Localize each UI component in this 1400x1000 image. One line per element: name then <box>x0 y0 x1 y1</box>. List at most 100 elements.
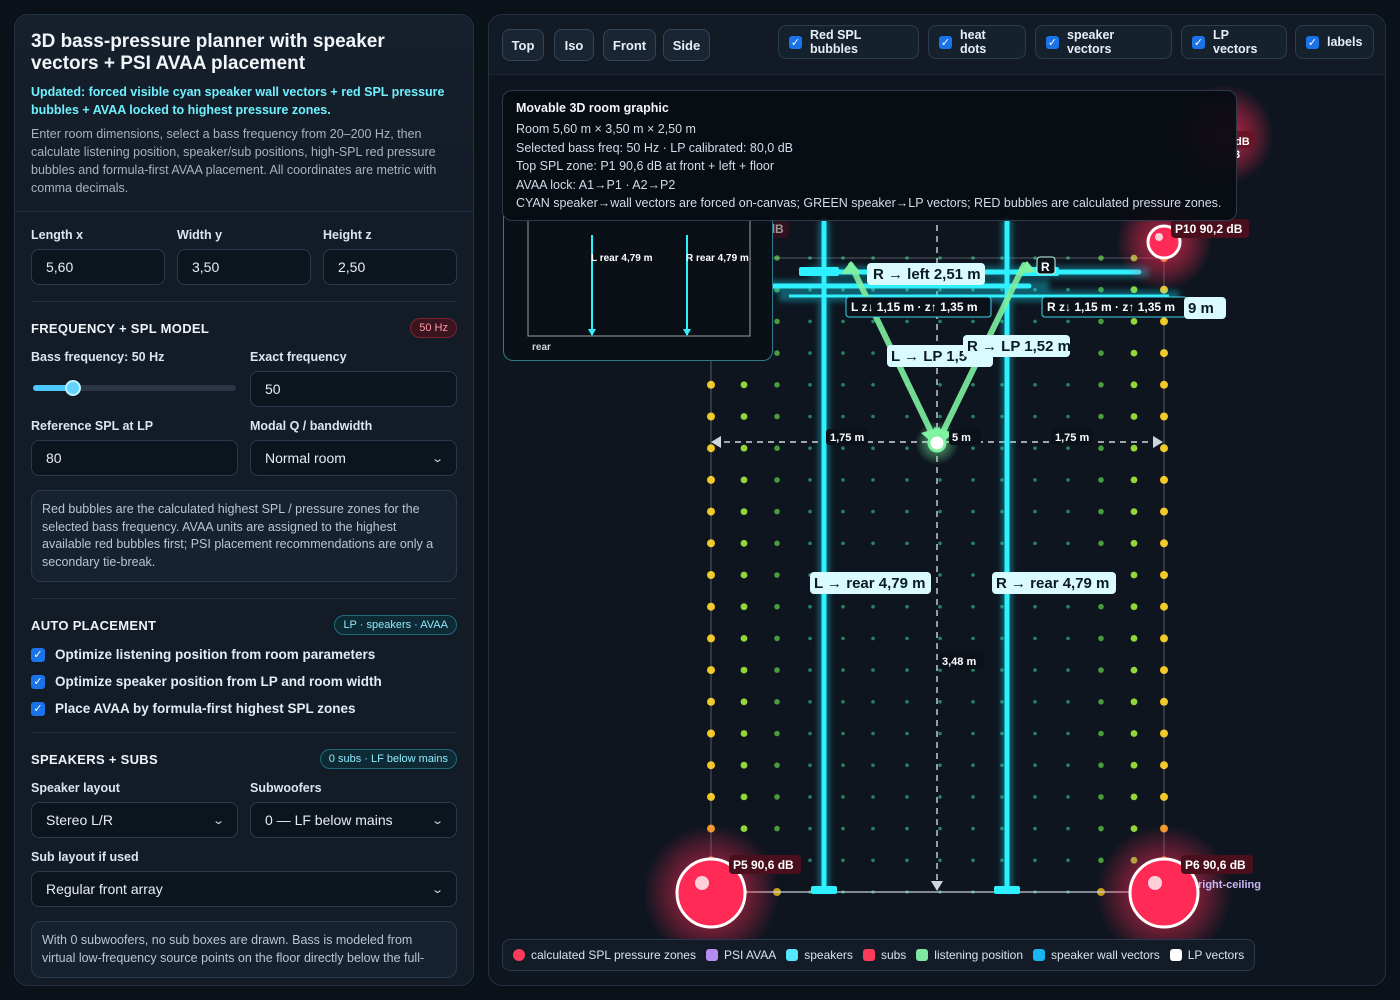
slider-label: Bass frequency: 50 Hz <box>31 350 165 364</box>
subwoofers-select[interactable]: 0 — LF below mains ⌄ <box>250 802 457 838</box>
heat-dot <box>971 478 975 482</box>
heat-dot <box>740 476 748 484</box>
modal-q-value: Normal room <box>265 450 346 466</box>
heat-dot <box>1098 667 1104 673</box>
label-p5: P5 90,6 dB <box>733 858 794 872</box>
heat-dot <box>808 509 812 514</box>
label-r-left: R → left 2,51 m <box>873 266 981 283</box>
heat-dot <box>1098 540 1104 547</box>
heat-dot <box>971 383 975 387</box>
listening-position[interactable] <box>927 433 947 453</box>
check-icon: ✓ <box>31 674 45 689</box>
legend-label: LP vectors <box>1187 948 1245 962</box>
heat-dot <box>1098 382 1104 388</box>
heat-dot <box>740 444 748 452</box>
speaker-layout-select[interactable]: Stereo L/R ⌄ <box>31 802 238 838</box>
heat-dot <box>1130 698 1138 706</box>
heat-dot <box>808 414 812 419</box>
optimize-lp-checkbox[interactable]: ✓ Optimize listening position from room p… <box>31 647 457 662</box>
length-input[interactable]: 5,60 <box>31 249 165 285</box>
heat-dot <box>1130 603 1138 611</box>
heat-dot <box>971 700 975 704</box>
heat-dot <box>905 604 909 609</box>
heat-dot <box>938 731 942 736</box>
heat-dot <box>841 541 845 546</box>
info-line-vectors: CYAN speaker→wall vectors are forced on-… <box>516 196 1222 210</box>
legend-swatch <box>862 949 875 961</box>
sub-layout-select[interactable]: Regular front array ⌄ <box>31 871 457 907</box>
optimize-speaker-checkbox[interactable]: ✓ Optimize speaker position from LP and r… <box>31 674 457 689</box>
heat-dot <box>871 700 875 704</box>
heat-dot <box>1033 731 1037 736</box>
heat-dot <box>971 636 975 641</box>
heat-dot <box>740 381 748 389</box>
heat-dot <box>740 539 748 547</box>
heat-dot <box>1066 700 1070 704</box>
reference-spl-input[interactable]: 80 <box>31 440 238 476</box>
heat-dot <box>971 573 975 577</box>
heat-dot <box>938 795 942 799</box>
frequency-slider[interactable] <box>31 371 238 407</box>
heat-dot <box>971 826 975 831</box>
legend-label: calculated SPL pressure zones <box>531 948 696 962</box>
heat-dot <box>774 477 780 483</box>
heat-dot <box>1098 825 1104 832</box>
legend: calculated SPL pressure zones PSI AVAA spe… <box>502 939 1256 971</box>
width-input[interactable]: 3,50 <box>177 249 311 285</box>
mini-r-rear: R rear 4,79 m <box>686 253 749 264</box>
exact-frequency-input[interactable]: 50 <box>250 371 457 407</box>
info-line-top-spl: Top SPL zone: P1 90,6 dB at front + left… <box>516 159 775 173</box>
heat-dot <box>1130 730 1138 737</box>
heat-dot <box>808 478 812 482</box>
heat-dot <box>871 509 875 514</box>
heat-dot <box>774 667 780 673</box>
place-avaa-checkbox[interactable]: ✓ Place AVAA by formula-first highest SPL… <box>31 701 457 716</box>
heat-dot <box>871 446 875 451</box>
heat-dot <box>1033 319 1037 324</box>
legend-label: speaker wall vectors <box>1051 948 1160 962</box>
heat-dot <box>774 572 780 578</box>
info-overlay[interactable]: Movable 3D room graphic Room 5,60 m × 3,… <box>502 90 1237 221</box>
heat-dot <box>774 762 780 768</box>
heat-dot <box>808 604 812 609</box>
heat-dot <box>1130 413 1138 420</box>
place-avaa-label: Place AVAA by formula-first highest SPL … <box>55 701 356 716</box>
heat-dot <box>808 795 812 799</box>
heat-dot <box>1033 826 1037 831</box>
bubble-highlight <box>1155 233 1163 241</box>
heat-dot <box>1130 349 1138 357</box>
control-panel: 3D bass-pressure planner with speaker ve… <box>14 14 474 986</box>
heat-dot <box>1066 763 1070 767</box>
heat-dot <box>871 604 875 609</box>
heat-dot <box>905 509 909 514</box>
heat-dot <box>905 858 909 863</box>
modal-q-select[interactable]: Normal room ⌄ <box>250 440 457 476</box>
heat-dot <box>774 540 780 547</box>
heat-dot <box>808 446 812 451</box>
heat-dot <box>774 318 780 325</box>
heat-dot <box>740 730 748 737</box>
heat-dot <box>905 731 909 736</box>
exact-frequency-label: Exact frequency <box>250 350 347 364</box>
legend-swatch <box>513 949 525 961</box>
heat-dot <box>1033 478 1037 482</box>
heat-dot <box>1066 319 1070 324</box>
heat-dot <box>1098 603 1104 610</box>
heat-dot <box>774 825 780 832</box>
heat-dot <box>1066 541 1070 546</box>
heat-dot <box>1066 636 1070 641</box>
heat-dot <box>1066 731 1070 736</box>
sub-layout-label: Sub layout if used <box>31 850 139 864</box>
slider-thumb[interactable] <box>65 380 81 396</box>
info-line-avaa: AVAA lock: A1→P1 · A2→P2 <box>516 177 676 192</box>
room-canvas-area: Top Iso Front Side ✓ Red SPL bubbles ✓ hea… <box>488 14 1386 986</box>
heat-dot <box>905 826 909 831</box>
heat-dot <box>740 698 748 706</box>
frequency-section-title: FREQUENCY + SPL MODEL <box>31 320 210 336</box>
subwoofers-label: Subwoofers <box>250 781 322 795</box>
heat-dot <box>905 319 909 324</box>
height-input[interactable]: 2,50 <box>323 249 457 285</box>
label-l-lp: L → LP 1,5 <box>891 348 967 365</box>
speaker-layout-label: Speaker layout <box>31 781 120 795</box>
heat-dot <box>1130 635 1138 642</box>
